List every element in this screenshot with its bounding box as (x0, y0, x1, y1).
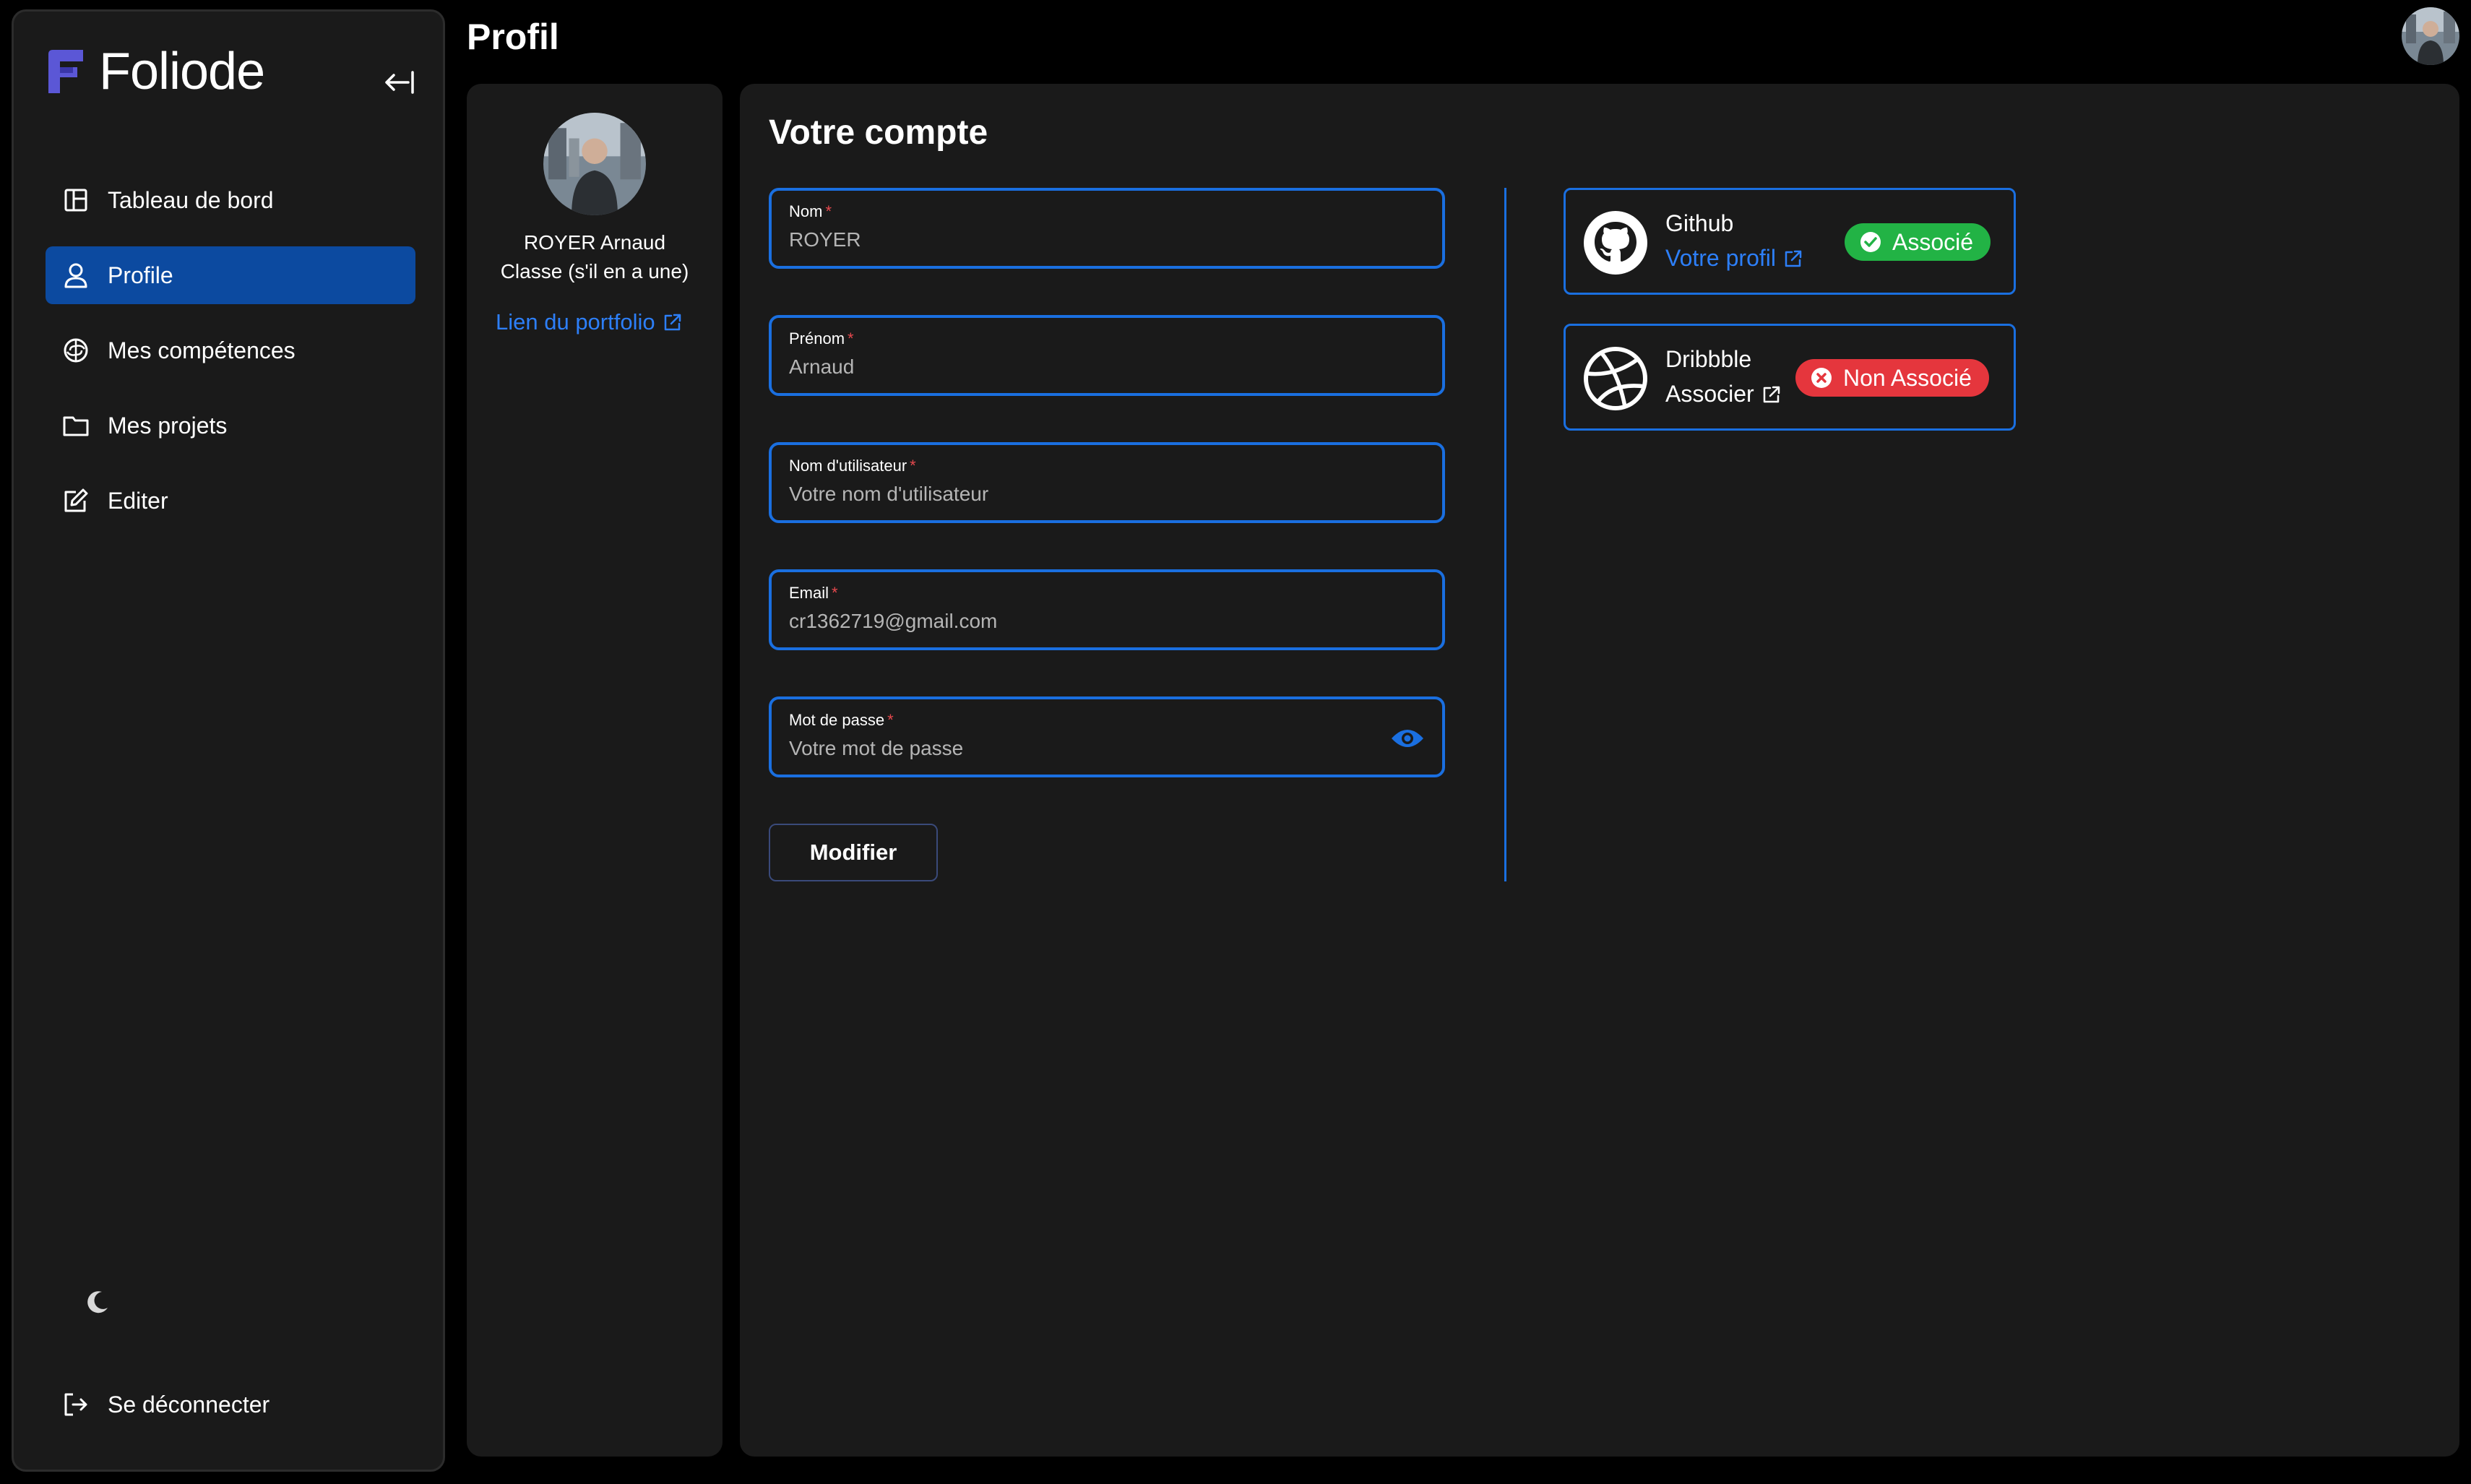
portfolio-link-label: Lien du portfolio (496, 309, 655, 335)
required-mark: * (910, 457, 916, 475)
brand[interactable]: Foliode (44, 42, 265, 101)
folder-icon (63, 416, 89, 436)
sidebar-item-dashboard[interactable]: Tableau de bord (46, 171, 415, 229)
dribbble-link-label: Associer (1665, 381, 1754, 407)
sidebar-nav: Tableau de bord Profile Mes compétences … (46, 171, 415, 547)
field-label-text: Nom d'utilisateur (789, 457, 907, 475)
section-title: Votre compte (769, 113, 988, 152)
avatar[interactable] (2402, 7, 2459, 65)
sidebar-item-label: Profile (108, 262, 173, 288)
dribbble-account-card: Dribbble Associer Non Associé (1564, 324, 2016, 431)
sidebar-item-skills[interactable]: Mes compétences (46, 322, 415, 379)
last-name-value: ROYER (789, 228, 861, 251)
dashboard-icon (64, 189, 87, 212)
dribbble-associate-link[interactable]: Associer (1665, 381, 1782, 407)
avatar-photo (2402, 7, 2459, 65)
sidebar-item-edit[interactable]: Editer (46, 472, 415, 530)
field-label: Nom * (789, 202, 832, 221)
profile-avatar (543, 113, 646, 215)
github-profile-link[interactable]: Votre profil (1665, 245, 1803, 272)
modify-button[interactable]: Modifier (769, 824, 938, 881)
x-circle-icon (1811, 368, 1832, 388)
app-name: Foliode (99, 43, 265, 100)
field-label: Prénom * (789, 329, 854, 348)
username-field[interactable]: Nom d'utilisateur * Votre nom d'utilisate… (769, 442, 1445, 523)
external-link-icon (1785, 250, 1802, 267)
sidebar-item-label: Tableau de bord (108, 186, 274, 213)
check-circle-icon (1860, 232, 1881, 252)
sidebar: Foliode Tableau de bord Profile Mes comp… (12, 9, 445, 1472)
password-field[interactable]: Mot de passe * Votre mot de passe (769, 696, 1445, 777)
github-status-badge: Associé (1845, 223, 1991, 261)
account-card: Votre compte Nom * ROYER Prénom * Arnaud N… (740, 84, 2459, 1457)
logout-label: Se déconnecter (108, 1391, 270, 1418)
sidebar-item-projects[interactable]: Mes projets (46, 397, 415, 454)
field-label: Nom d'utilisateur * (789, 457, 916, 475)
logout-button[interactable]: Se déconnecter (61, 1390, 269, 1419)
dribbble-name: Dribbble (1665, 346, 1752, 372)
dribbble-status-badge: Non Associé (1795, 359, 1989, 397)
sidebar-item-label: Mes projets (108, 412, 228, 439)
page-title: Profil (467, 17, 559, 57)
dribbble-status-label: Non Associé (1843, 364, 1972, 391)
collapse-sidebar-icon[interactable] (384, 68, 418, 97)
profile-card: ROYER Arnaud Classe (s'il en a une) Lien… (467, 84, 723, 1457)
profile-photo (543, 113, 646, 215)
github-link-label: Votre profil (1665, 245, 1776, 271)
edit-icon (64, 488, 88, 512)
required-mark: * (887, 711, 894, 729)
profile-name: ROYER Arnaud (523, 231, 666, 254)
github-account-card: Github Votre profil Associé (1564, 188, 2016, 295)
moon-icon[interactable] (83, 1287, 112, 1316)
sidebar-item-label: Mes compétences (108, 337, 296, 363)
github-status-label: Associé (1892, 228, 1974, 255)
github-icon (1584, 211, 1647, 275)
sidebar-item-profile[interactable]: Profile (46, 246, 415, 304)
foliode-logo-icon (48, 50, 83, 93)
password-placeholder: Votre mot de passe (789, 737, 964, 759)
required-mark: * (848, 329, 854, 348)
field-label: Mot de passe * (789, 711, 894, 730)
required-mark: * (832, 584, 838, 602)
first-name-value: Arnaud (789, 355, 855, 378)
eye-icon[interactable] (1390, 724, 1425, 753)
external-link-icon (664, 314, 681, 331)
logout-icon (64, 1393, 87, 1416)
sidebar-item-label: Editer (108, 487, 168, 514)
email-field[interactable]: Email * cr1362719@gmail.com (769, 569, 1445, 650)
username-placeholder: Votre nom d'utilisateur (789, 483, 989, 505)
github-name: Github (1665, 210, 1734, 236)
portfolio-link[interactable]: Lien du portfolio (496, 309, 683, 335)
brain-icon (64, 338, 88, 363)
external-link-icon (1763, 386, 1780, 402)
required-mark: * (825, 202, 832, 220)
first-name-field[interactable]: Prénom * Arnaud (769, 315, 1445, 396)
field-label-text: Email (789, 584, 829, 602)
email-value: cr1362719@gmail.com (789, 610, 998, 632)
field-label-text: Prénom (789, 329, 845, 348)
field-label-text: Mot de passe (789, 711, 885, 729)
field-label-text: Nom (789, 202, 823, 220)
user-icon (64, 263, 87, 288)
dribbble-icon (1584, 347, 1647, 410)
last-name-field[interactable]: Nom * ROYER (769, 188, 1445, 269)
profile-class: Classe (s'il en a une) (500, 260, 689, 282)
field-label: Email * (789, 584, 838, 603)
vertical-divider (1504, 188, 1506, 881)
